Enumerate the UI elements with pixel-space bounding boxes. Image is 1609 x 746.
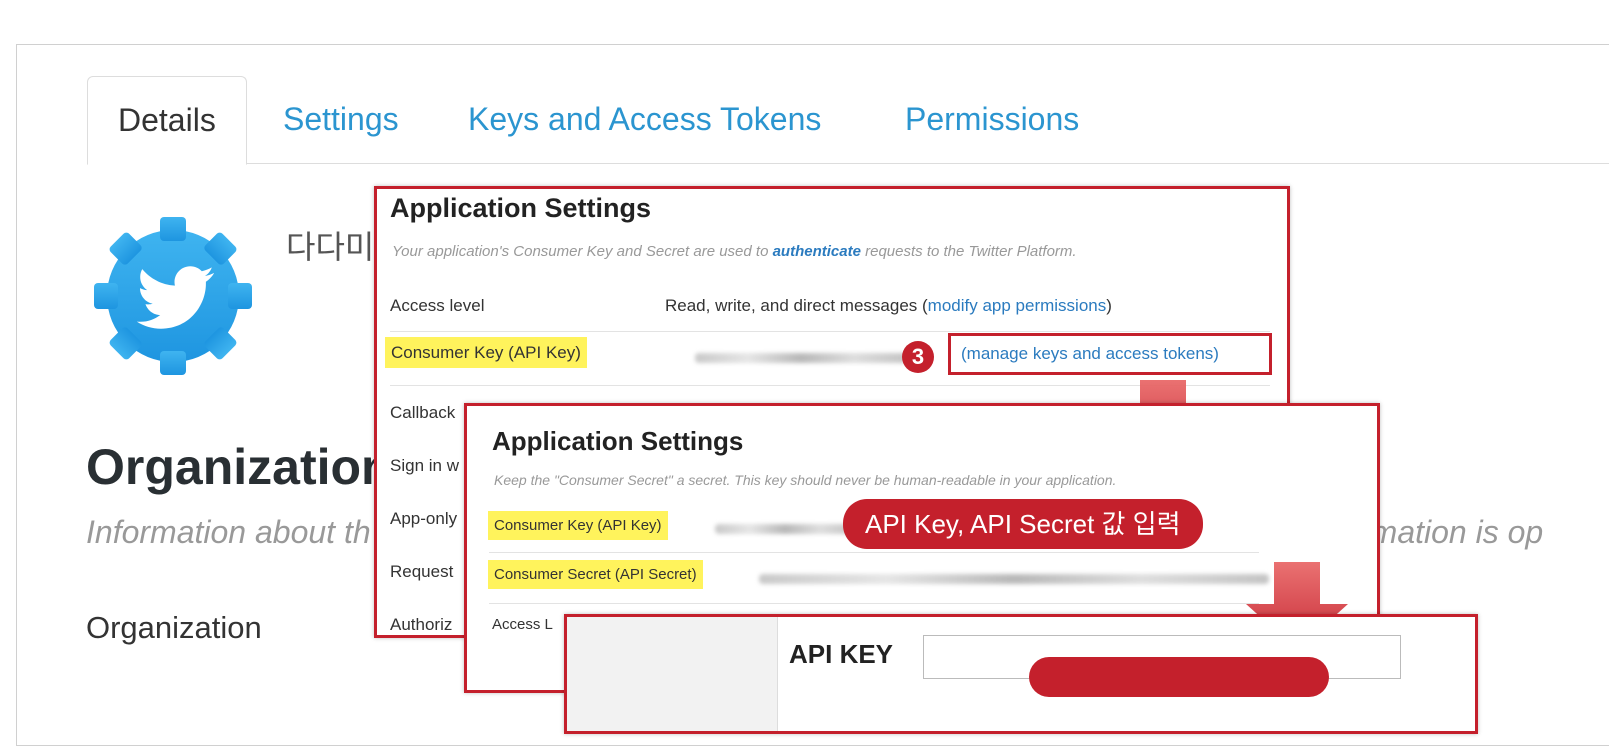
app-only-label: App-only <box>390 509 458 528</box>
consumer-key-highlight: Consumer Key (API Key) <box>488 511 668 540</box>
subtitle-text: Your application's Consumer Key and Secr… <box>392 243 773 260</box>
manage-keys-link-text[interactable]: (manage keys and access tokens) <box>961 344 1219 363</box>
panel-title: Application Settings <box>492 426 744 456</box>
subtitle-text-end: requests to the Twitter Platform. <box>860 243 1077 260</box>
tab-details[interactable]: Details <box>87 76 247 165</box>
manage-keys-link[interactable]: (manage keys and access tokens) <box>948 333 1272 375</box>
consumer-key-highlight: Consumer Key (API Key) <box>385 337 587 368</box>
api-key-secret-callout: API Key, API Secret 값 입력 <box>843 499 1203 549</box>
callback-label: Callback <box>390 403 456 422</box>
tab-bar: Details Settings Keys and Access Tokens … <box>87 76 1609 165</box>
request-label: Request <box>390 562 454 581</box>
modify-app-permissions-link[interactable]: modify app permissions <box>928 296 1107 315</box>
consumer-key-label: Consumer Key (API Key) <box>385 337 587 368</box>
access-level-label: Access L <box>492 616 553 633</box>
sign-in-label: Sign in w <box>390 456 459 475</box>
row-divider <box>489 552 1259 553</box>
consumer-key-value-blurred <box>715 524 855 534</box>
consumer-secret-label: Consumer Secret (API Secret) <box>488 560 703 589</box>
tab-permissions[interactable]: Permissions <box>905 76 1079 162</box>
organization-field-label: Organization <box>86 610 262 645</box>
access-level-value: Read, write, and direct messages (modify… <box>665 296 1112 316</box>
panel-subtitle: Your application's Consumer Key and Secr… <box>392 243 1077 260</box>
api-key-label: API KEY <box>789 639 894 669</box>
panel-title: Application Settings <box>390 193 652 223</box>
consumer-key-value-blurred <box>695 353 907 363</box>
api-key-callout <box>1029 657 1329 697</box>
organization-heading: Organization <box>86 439 392 495</box>
access-level-text: Read, write, and direct messages ( <box>665 296 928 315</box>
tab-settings[interactable]: Settings <box>283 76 399 162</box>
access-level-label: Access level <box>390 296 485 315</box>
app-name: 다다미 <box>286 229 375 265</box>
step-3-badge: 3 <box>902 341 934 373</box>
consumer-secret-highlight: Consumer Secret (API Secret) <box>488 560 703 589</box>
access-level-close: ) <box>1106 296 1112 315</box>
consumer-key-label: Consumer Key (API Key) <box>488 511 668 540</box>
organization-description-tail: rmation is op <box>1360 514 1544 550</box>
authorize-label: Authoriz <box>390 615 453 634</box>
row-divider <box>489 603 1259 604</box>
twitter-bird-gear-icon <box>94 217 252 375</box>
authenticate-link[interactable]: authenticate <box>773 243 861 260</box>
panel-subtitle: Keep the "Consumer Secret" a secret. Thi… <box>494 472 1117 488</box>
organization-description: Information about th <box>86 514 371 550</box>
tab-keys-and-access-tokens[interactable]: Keys and Access Tokens <box>468 76 821 162</box>
consumer-secret-value-blurred <box>759 574 1269 584</box>
form-sidebar <box>567 617 778 731</box>
row-divider <box>390 331 1270 332</box>
api-key-form-panel: API KEY <box>564 614 1478 734</box>
